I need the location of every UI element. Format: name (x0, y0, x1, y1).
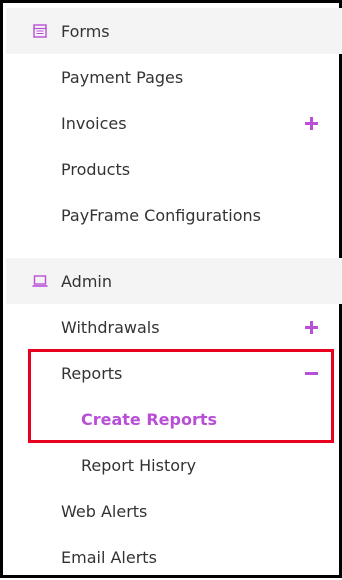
sidebar-item-label: Reports (61, 363, 123, 383)
sidebar-item-payframe-configurations[interactable]: PayFrame Configurations (6, 192, 342, 238)
sidebar-item-label: PayFrame Configurations (61, 205, 261, 225)
sidebar-item-invoices[interactable]: Invoices (6, 100, 342, 146)
sidebar-item-label: Invoices (61, 113, 127, 133)
sidebar-item-label: Products (61, 159, 131, 179)
sidebar-item-withdrawals[interactable]: Withdrawals (6, 304, 342, 350)
collapse-minus-icon[interactable] (304, 366, 318, 380)
sidebar-item-label: Web Alerts (61, 501, 148, 521)
sidebar-subitem-report-history[interactable]: Report History (6, 442, 342, 488)
laptop-icon (32, 273, 48, 289)
expand-plus-icon[interactable] (304, 320, 318, 334)
sidebar-item-reports[interactable]: Reports (6, 350, 342, 396)
sidebar-item-label: Payment Pages (61, 67, 184, 87)
sidebar-subitem-label: Report History (81, 455, 197, 475)
sidebar-item-label: Email Alerts (61, 547, 157, 567)
section-admin[interactable]: Admin (6, 258, 342, 304)
section-forms-label: Forms (61, 21, 110, 41)
sidebar-item-web-alerts[interactable]: Web Alerts (6, 488, 342, 534)
section-admin-label: Admin (61, 271, 112, 291)
sidebar-subitem-label: Create Reports (81, 409, 218, 429)
sidebar-nav: Forms Payment Pages Invoices Products Pa… (0, 0, 342, 578)
sidebar-item-email-alerts[interactable]: Email Alerts (6, 534, 342, 580)
sidebar-item-payment-pages[interactable]: Payment Pages (6, 54, 342, 100)
section-forms[interactable]: Forms (6, 8, 342, 54)
form-icon (32, 23, 48, 39)
sidebar-item-label: Withdrawals (61, 317, 160, 337)
sidebar-item-products[interactable]: Products (6, 146, 342, 192)
expand-plus-icon[interactable] (304, 116, 318, 130)
sidebar-subitem-create-reports[interactable]: Create Reports (6, 396, 342, 442)
